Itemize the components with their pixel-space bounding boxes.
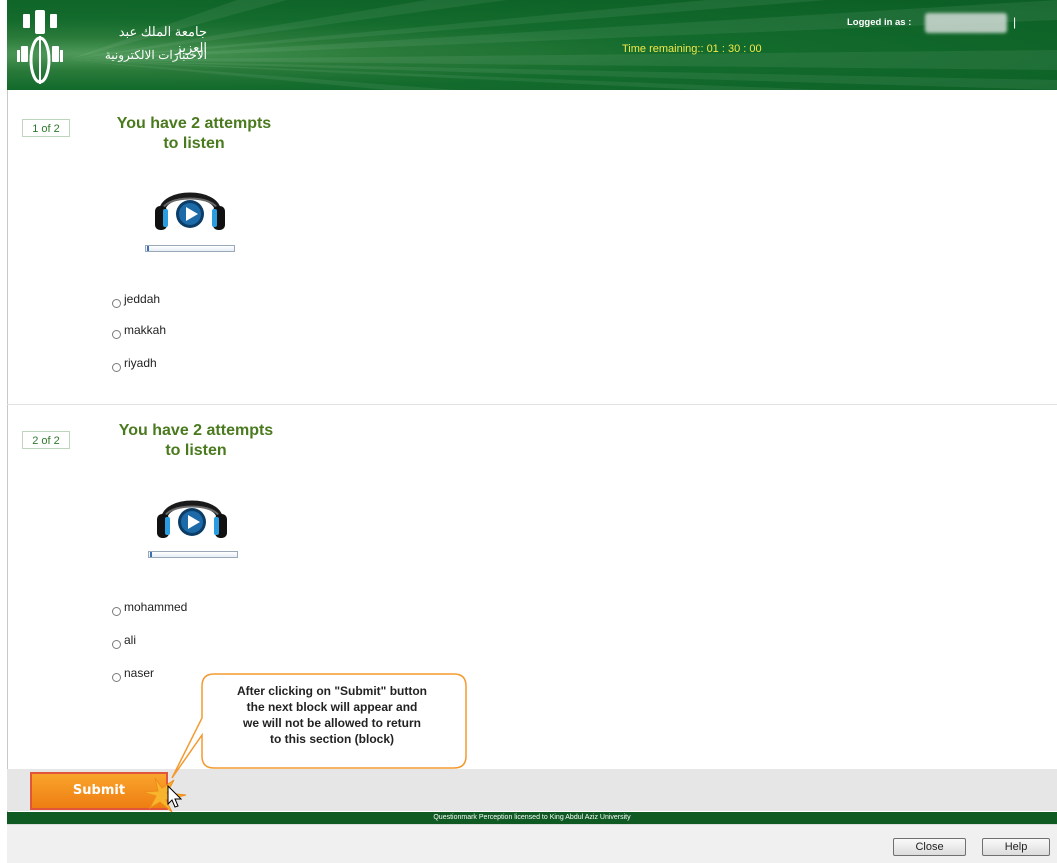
callout-line: we will not be allowed to return	[242, 716, 421, 730]
callout-line: to this section (block)	[269, 732, 394, 746]
option-label: riyadh	[124, 356, 157, 370]
option-label: ali	[124, 633, 137, 647]
question-number: 2 of 2	[22, 431, 70, 449]
option-label: makkah	[124, 323, 167, 337]
question-title-line2: to listen	[163, 135, 225, 152]
question-title-line1: You have 2 attempts	[116, 115, 272, 132]
username-blurred	[925, 13, 1007, 33]
question-divider	[7, 404, 1057, 405]
callout-line: After clicking on "Submit" button	[236, 684, 428, 698]
radio-button[interactable]	[112, 640, 121, 649]
option-label: mohammed	[124, 600, 188, 614]
audio-progress-bar	[148, 551, 238, 558]
header-banner: جامعة الملك عبد العزيز الاختبارات الالكت…	[7, 0, 1057, 90]
radio-button[interactable]	[112, 363, 121, 372]
audio-progress-bar	[145, 245, 235, 252]
close-button[interactable]: Close	[893, 838, 966, 856]
time-remaining: Time remaining:: 01 : 30 : 00	[622, 43, 762, 55]
question-title: You have 2 attempts to listen	[94, 114, 294, 154]
university-logo	[17, 10, 63, 84]
license-footer: Questionmark Perception licensed to King…	[7, 812, 1057, 824]
radio-button[interactable]	[112, 299, 121, 308]
radio-button[interactable]	[112, 673, 121, 682]
help-button[interactable]: Help	[982, 838, 1050, 856]
submit-button[interactable]: Submit	[30, 772, 168, 810]
radio-button[interactable]	[112, 330, 121, 339]
callout-text: After clicking on "Submit" button the ne…	[203, 683, 461, 747]
question-title-line1: You have 2 attempts	[118, 422, 274, 439]
question-number: 1 of 2	[22, 119, 70, 137]
option-label: jeddah	[124, 292, 161, 306]
logged-in-label: Logged in as :	[847, 17, 912, 28]
radio-button[interactable]	[112, 607, 121, 616]
system-name: الاختبارات الالكترونية	[104, 48, 207, 62]
callout-line: the next block will appear and	[246, 700, 418, 714]
question-title: You have 2 attempts to listen	[96, 421, 296, 461]
headphones-play-icon[interactable]	[152, 484, 232, 540]
header-separator: |	[1013, 15, 1017, 29]
option-label: naser	[124, 666, 155, 680]
headphones-play-icon[interactable]	[150, 176, 230, 232]
question-title-line2: to listen	[165, 442, 227, 459]
